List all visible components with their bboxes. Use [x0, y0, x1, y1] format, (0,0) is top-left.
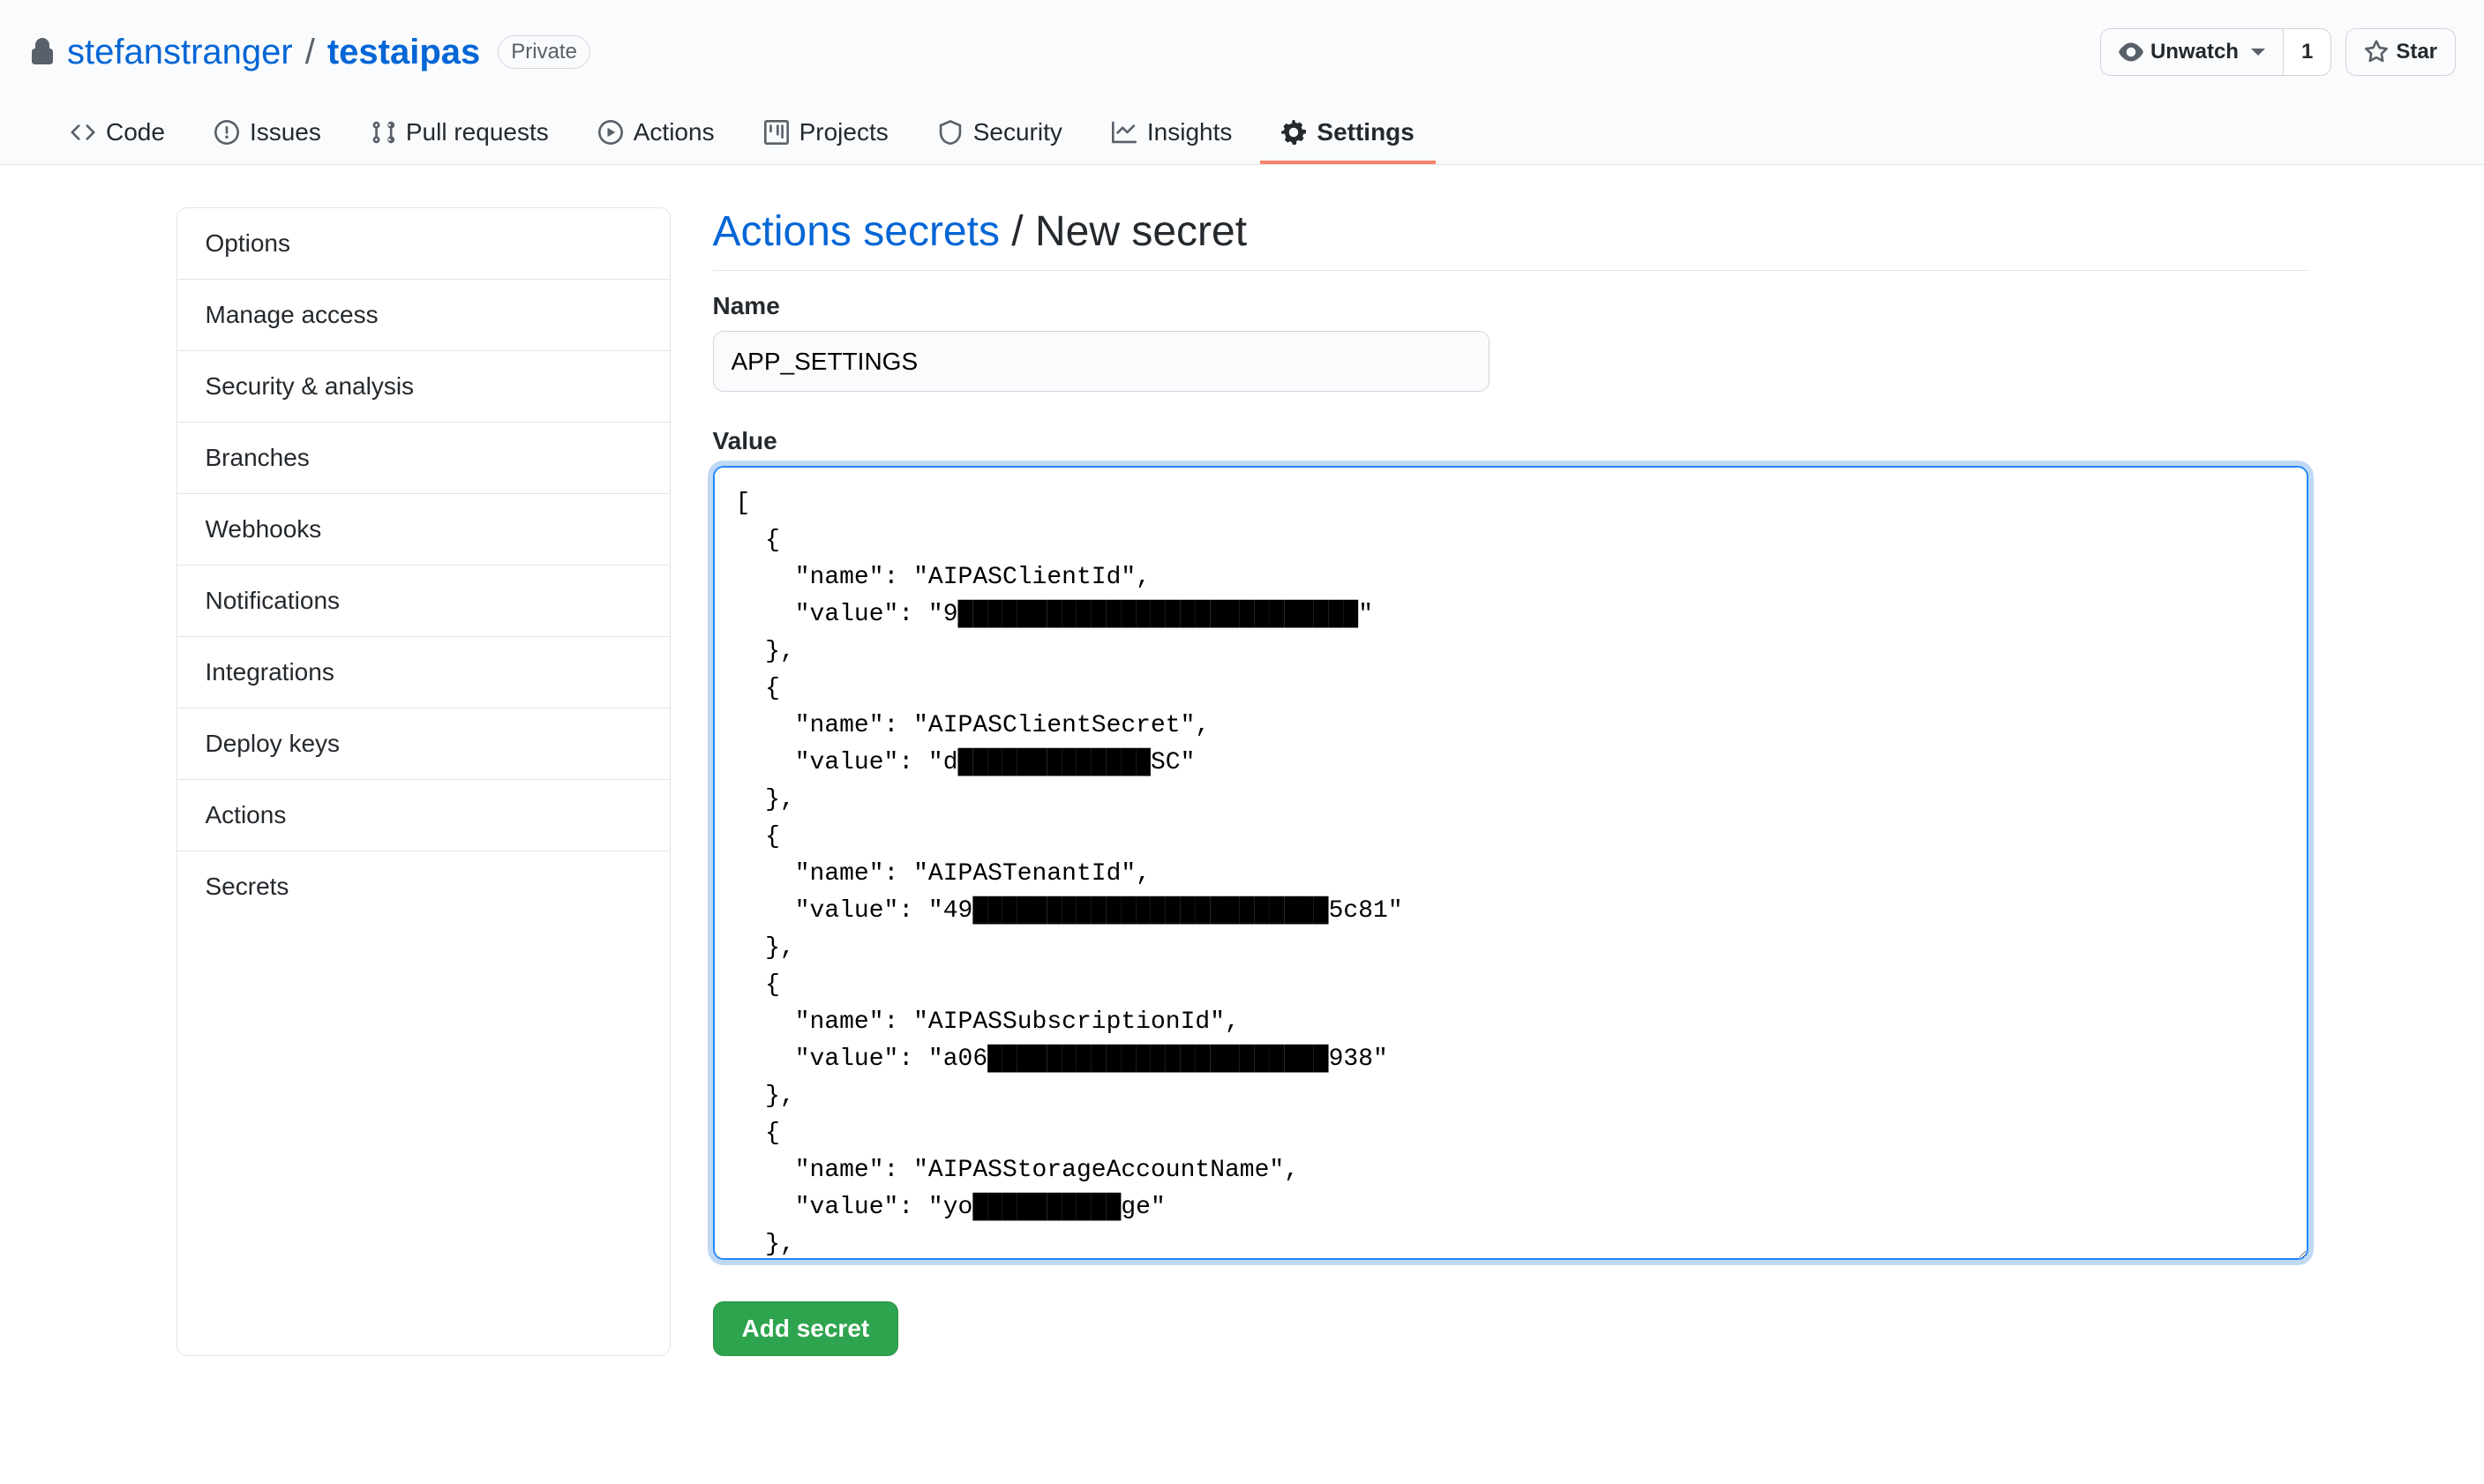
sidenav-integrations[interactable]: Integrations — [177, 637, 670, 708]
nav-actions-label: Actions — [634, 118, 715, 146]
repo-nav: Code Issues Pull requests Actions Projec… — [28, 104, 2456, 164]
breadcrumb-sep: / — [1000, 208, 1035, 255]
nav-projects-label: Projects — [799, 118, 889, 146]
slash-separator: / — [305, 33, 315, 72]
star-label: Star — [2396, 34, 2437, 70]
visibility-badge: Private — [498, 35, 590, 69]
nav-issues-label: Issues — [250, 118, 321, 146]
project-icon — [764, 120, 789, 145]
nav-settings-label: Settings — [1317, 118, 1414, 146]
issue-icon — [214, 120, 239, 145]
secret-name-input[interactable] — [713, 331, 1490, 392]
play-icon — [598, 120, 623, 145]
sidenav-actions[interactable]: Actions — [177, 780, 670, 851]
star-icon — [2364, 40, 2389, 64]
shield-icon — [938, 120, 963, 145]
sidenav-branches[interactable]: Branches — [177, 423, 670, 494]
nav-actions[interactable]: Actions — [577, 104, 736, 164]
settings-sidenav: Options Manage access Security & analysi… — [176, 207, 671, 1356]
sidenav-webhooks[interactable]: Webhooks — [177, 494, 670, 566]
nav-issues[interactable]: Issues — [193, 104, 342, 164]
star-button[interactable]: Star — [2345, 28, 2456, 76]
sidenav-manage-access[interactable]: Manage access — [177, 280, 670, 351]
eye-icon — [2119, 40, 2143, 64]
code-icon — [71, 120, 95, 145]
unwatch-button[interactable]: Unwatch — [2100, 28, 2284, 76]
name-label: Name — [713, 292, 2308, 320]
nav-pr-label: Pull requests — [406, 118, 549, 146]
value-label: Value — [713, 427, 2308, 455]
main-content: Actions secrets / New secret Name Value … — [713, 207, 2308, 1356]
sidenav-deploy-keys[interactable]: Deploy keys — [177, 708, 670, 780]
repo-title: stefanstranger / testaipas Private — [28, 33, 590, 72]
sidenav-notifications[interactable]: Notifications — [177, 566, 670, 637]
page-heading: Actions secrets / New secret — [713, 207, 2308, 271]
owner-link[interactable]: stefanstranger — [67, 33, 293, 72]
add-secret-button[interactable]: Add secret — [713, 1301, 899, 1356]
chevron-down-icon — [2251, 49, 2265, 56]
nav-pull-requests[interactable]: Pull requests — [349, 104, 570, 164]
gear-icon — [1281, 120, 1306, 145]
nav-code-label: Code — [106, 118, 165, 146]
nav-insights[interactable]: Insights — [1091, 104, 1254, 164]
lock-icon — [28, 38, 56, 66]
nav-settings[interactable]: Settings — [1260, 104, 1435, 164]
watchers-count[interactable]: 1 — [2284, 28, 2331, 76]
breadcrumb-root[interactable]: Actions secrets — [713, 208, 1000, 255]
repo-actions: Unwatch 1 Star — [2100, 28, 2456, 76]
graph-icon — [1112, 120, 1137, 145]
sidenav-security-analysis[interactable]: Security & analysis — [177, 351, 670, 423]
sidenav-options[interactable]: Options — [177, 208, 670, 280]
repo-header: stefanstranger / testaipas Private Unwat… — [0, 0, 2484, 165]
nav-security-label: Security — [973, 118, 1062, 146]
git-pull-request-icon — [371, 120, 395, 145]
secret-value-textarea[interactable] — [713, 466, 2308, 1260]
nav-security[interactable]: Security — [917, 104, 1084, 164]
repo-link[interactable]: testaipas — [327, 33, 480, 71]
unwatch-label: Unwatch — [2150, 34, 2239, 70]
breadcrumb-leaf: New secret — [1035, 208, 1247, 255]
nav-projects[interactable]: Projects — [743, 104, 910, 164]
nav-insights-label: Insights — [1147, 118, 1233, 146]
nav-code[interactable]: Code — [49, 104, 186, 164]
sidenav-secrets[interactable]: Secrets — [177, 851, 670, 922]
